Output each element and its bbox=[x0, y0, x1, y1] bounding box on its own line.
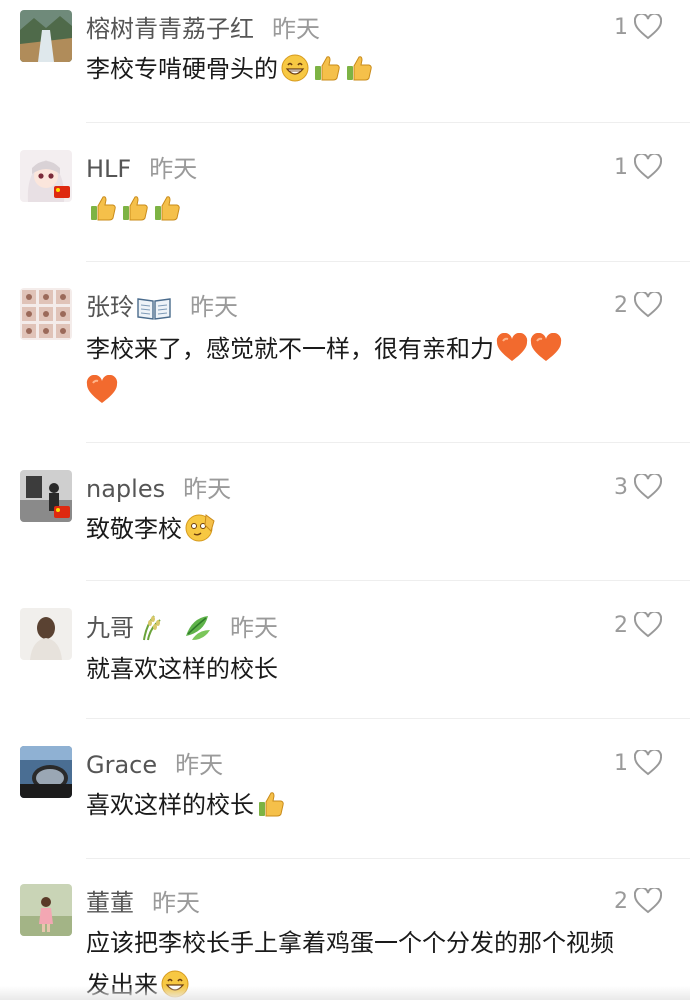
comment-text: 致敬李校 bbox=[86, 508, 656, 550]
username[interactable]: 榕树青青荔子红 bbox=[86, 15, 254, 43]
herb-emoji bbox=[186, 616, 210, 640]
timestamp: 昨天 bbox=[272, 15, 320, 43]
divider bbox=[86, 858, 690, 859]
thumbs-up-emoji bbox=[259, 792, 284, 817]
username[interactable]: 董董 bbox=[86, 889, 134, 917]
comment-meta: 董董 昨天 bbox=[86, 888, 200, 918]
comment-text: 喜欢这样的校长 bbox=[86, 784, 656, 826]
heart-outline-icon bbox=[634, 154, 662, 180]
heart-outline-icon bbox=[634, 14, 662, 40]
like-button[interactable]: 2 bbox=[614, 292, 662, 318]
flag-badge bbox=[54, 186, 70, 198]
divider bbox=[86, 442, 690, 443]
like-count: 2 bbox=[614, 612, 628, 638]
thumbs-up-emoji bbox=[123, 196, 148, 221]
thumbs-up-emoji bbox=[315, 56, 340, 81]
comment-text: 李校专啃硬骨头的 bbox=[86, 48, 656, 90]
like-count: 3 bbox=[614, 474, 628, 500]
avatar[interactable] bbox=[20, 746, 72, 798]
divider bbox=[86, 718, 690, 719]
username[interactable]: 九哥 bbox=[86, 614, 134, 642]
avatar[interactable] bbox=[20, 884, 72, 936]
like-count: 2 bbox=[614, 292, 628, 318]
comment-body: 李校专啃硬骨头的 bbox=[86, 55, 278, 83]
username[interactable]: 张玲 bbox=[86, 293, 134, 321]
username[interactable]: HLF bbox=[86, 155, 131, 183]
divider bbox=[86, 261, 690, 262]
like-button[interactable]: 1 bbox=[614, 750, 662, 776]
heart-outline-icon bbox=[634, 292, 662, 318]
comment-meta: 九哥 昨天 bbox=[86, 612, 278, 643]
thumbs-up-emoji bbox=[347, 56, 372, 81]
avatar[interactable] bbox=[20, 288, 72, 340]
timestamp: 昨天 bbox=[152, 889, 200, 917]
like-button[interactable]: 1 bbox=[614, 14, 662, 40]
comment-meta: Grace 昨天 bbox=[86, 750, 223, 780]
heart-outline-icon bbox=[634, 750, 662, 776]
like-button[interactable]: 2 bbox=[614, 888, 662, 914]
orange-heart-emoji bbox=[86, 375, 118, 403]
timestamp: 昨天 bbox=[230, 614, 278, 642]
heart-outline-icon bbox=[634, 888, 662, 914]
like-count: 2 bbox=[614, 888, 628, 914]
comment-text: 李校来了，感觉就不一样，很有亲和力 bbox=[86, 328, 656, 412]
username[interactable]: naples bbox=[86, 475, 165, 503]
like-count: 1 bbox=[614, 154, 628, 180]
timestamp: 昨天 bbox=[175, 751, 224, 779]
comment-text: 就喜欢这样的校长 bbox=[86, 648, 656, 690]
avatar[interactable] bbox=[20, 10, 72, 62]
like-button[interactable]: 3 bbox=[614, 474, 662, 500]
comment-meta: 榕树青青荔子红 昨天 bbox=[86, 14, 320, 44]
timestamp: 昨天 bbox=[149, 155, 198, 183]
like-count: 1 bbox=[614, 14, 628, 40]
avatar[interactable] bbox=[20, 608, 72, 660]
timestamp: 昨天 bbox=[183, 475, 232, 503]
thumbs-up-emoji bbox=[155, 196, 180, 221]
comment-meta: naples 昨天 bbox=[86, 474, 231, 504]
comment-text bbox=[86, 188, 656, 230]
salute-emoji bbox=[185, 514, 215, 542]
orange-heart-emoji bbox=[496, 333, 528, 361]
scroll-fade bbox=[0, 986, 690, 1000]
like-button[interactable]: 2 bbox=[614, 612, 662, 638]
book-emoji bbox=[137, 298, 171, 320]
timestamp: 昨天 bbox=[190, 293, 238, 321]
like-count: 1 bbox=[614, 750, 628, 776]
like-button[interactable]: 1 bbox=[614, 154, 662, 180]
comment-meta: HLF 昨天 bbox=[86, 154, 197, 184]
comment-meta: 张玲 昨天 bbox=[86, 292, 238, 322]
comment-body: 喜欢这样的校长 bbox=[86, 791, 254, 819]
comment-body: 致敬李校 bbox=[86, 515, 182, 543]
username[interactable]: Grace bbox=[86, 751, 157, 779]
comment-body: 李校来了，感觉就不一样，很有亲和力 bbox=[86, 335, 494, 363]
thumbs-up-emoji bbox=[91, 196, 116, 221]
orange-heart-emoji bbox=[530, 333, 562, 361]
rice-plant-emoji bbox=[143, 615, 161, 641]
heart-outline-icon bbox=[634, 612, 662, 638]
divider bbox=[86, 580, 690, 581]
grin-emoji bbox=[281, 54, 309, 82]
flag-badge bbox=[54, 506, 70, 518]
comment-body: 就喜欢这样的校长 bbox=[86, 655, 278, 683]
divider bbox=[86, 122, 690, 123]
heart-outline-icon bbox=[634, 474, 662, 500]
